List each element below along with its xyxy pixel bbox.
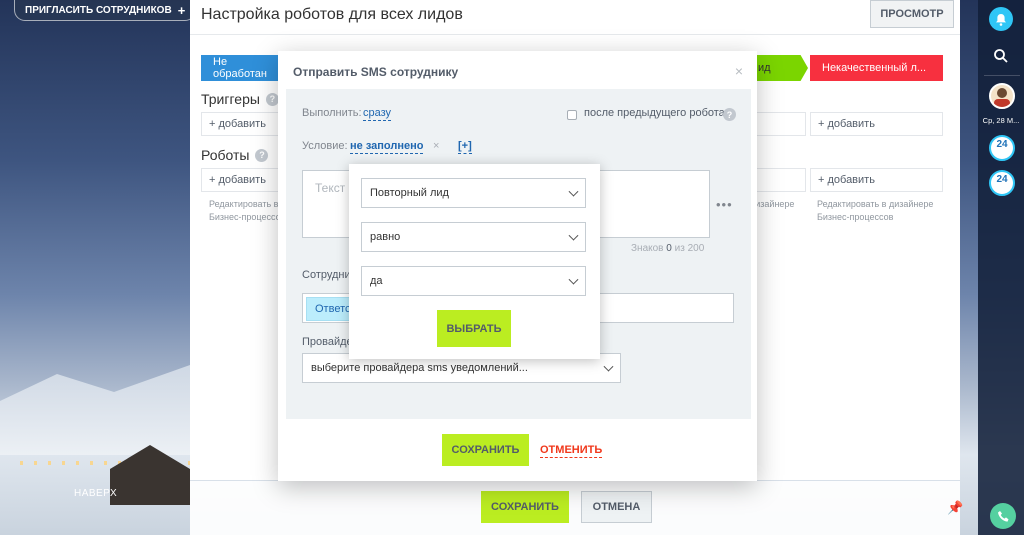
condition-value-value: да (370, 275, 383, 287)
chars-max: 200 (687, 243, 705, 254)
scroll-top-link[interactable]: НАВЕРХ (74, 488, 117, 499)
condition-field-select[interactable]: Повторный лид (361, 178, 586, 208)
char-counter: Знаков 0 из 200 (631, 243, 704, 254)
triggers-title: Триггеры (201, 91, 260, 107)
condition-operator-select[interactable]: равно (361, 222, 586, 252)
condition-field-value: Повторный лид (370, 187, 449, 199)
execute-value-link[interactable]: сразу (363, 107, 392, 121)
chevron-down-icon (603, 361, 614, 372)
condition-dropdown: Повторный лид равно да ВЫБРАТЬ (349, 164, 600, 359)
employee-label: Сотрудни (302, 269, 351, 281)
bitrix24-chat-icon[interactable]: 24 (989, 135, 1015, 161)
invite-employees-button[interactable]: ПРИГЛАСИТЬ СОТРУДНИКОВ + (14, 0, 197, 21)
designer-text-line2: Бизнес-процессов (209, 212, 286, 222)
chars-of: из (674, 243, 685, 254)
designer-text-line1: Редактировать в (209, 199, 279, 209)
provider-value: выберите провайдера sms уведомлений... (311, 362, 528, 374)
chevron-down-icon (568, 186, 579, 197)
search-icon[interactable] (993, 48, 1009, 64)
condition-add-link[interactable]: [+] (458, 140, 472, 154)
cancel-button[interactable]: ОТМЕНА (581, 491, 652, 523)
header-divider (190, 34, 960, 35)
help-icon[interactable]: ? (265, 92, 279, 106)
plus-icon: + (177, 2, 186, 18)
stage-low-quality[interactable]: Некачественный л... (810, 55, 943, 81)
robots-heading: Роботы ? (201, 147, 269, 163)
after-previous-checkbox[interactable] (567, 110, 577, 120)
trigger-add-col5[interactable]: + добавить (810, 112, 943, 136)
help-icon[interactable]: ? (723, 108, 736, 121)
phone-icon[interactable] (990, 503, 1016, 529)
dialog-save-button[interactable]: СОХРАНИТЬ (442, 434, 529, 466)
dialog-title: Отправить SMS сотруднику (293, 65, 459, 79)
designer-link-col5[interactable]: Редактировать в дизайнере Бизнес-процесс… (817, 198, 941, 224)
after-previous-label: после предыдущего робота (584, 107, 725, 119)
page-title: Настройка роботов для всех лидов (201, 6, 463, 23)
chars-label: Знаков (631, 243, 664, 254)
chars-value: 0 (666, 243, 672, 254)
dialog-cancel-link[interactable]: ОТМЕНИТЬ (540, 444, 603, 458)
robots-title: Роботы (201, 147, 250, 163)
preview-button[interactable]: ПРОСМОТР (870, 0, 954, 28)
pin-icon[interactable]: 📌 (947, 500, 963, 516)
save-button[interactable]: СОХРАНИТЬ (481, 491, 569, 523)
help-icon[interactable]: ? (255, 148, 269, 162)
snow-hill (0, 365, 190, 455)
more-icon[interactable]: ••• (716, 197, 733, 212)
bitrix24-group-icon[interactable]: 24 (989, 170, 1015, 196)
execute-label: Выполнить: (302, 107, 362, 119)
bottom-bar: СОХРАНИТЬ ОТМЕНА (190, 481, 960, 535)
provider-label: Провайде (302, 336, 353, 348)
avatar[interactable] (989, 83, 1015, 109)
sms-text-placeholder: Текст (315, 181, 346, 195)
robot-add-col5[interactable]: + добавить (810, 168, 943, 192)
chevron-down-icon (568, 274, 579, 285)
condition-operator-value: равно (370, 231, 401, 243)
condition-value-select[interactable]: да (361, 266, 586, 296)
condition-label: Условие: (302, 140, 348, 152)
panel-divider (984, 75, 1020, 76)
condition-value-link[interactable]: не заполнено (350, 140, 424, 154)
triggers-heading: Триггеры ? (201, 91, 279, 107)
stage-not-processed[interactable]: Не обработан (201, 55, 279, 81)
close-icon[interactable]: × (735, 63, 743, 79)
designer-link-col4[interactable]: дизайнере (750, 198, 810, 211)
right-panel (978, 0, 1024, 535)
date-label: Ср, 28 М... (982, 116, 1020, 125)
condition-remove-icon[interactable]: × (433, 140, 439, 152)
chevron-down-icon (568, 230, 579, 241)
invite-label: ПРИГЛАСИТЬ СОТРУДНИКОВ (25, 4, 172, 16)
select-button[interactable]: ВЫБРАТЬ (437, 310, 511, 347)
bell-icon[interactable] (989, 7, 1013, 31)
